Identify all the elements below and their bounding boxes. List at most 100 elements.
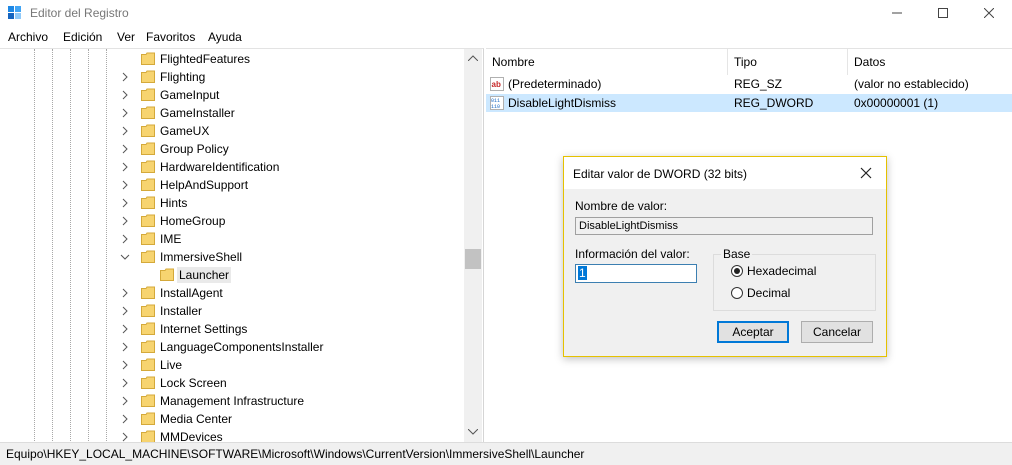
value-row[interactable]: 011 110 DisableLightDismiss REG_DWORD 0x…: [486, 94, 1012, 112]
chevron-right-icon[interactable]: [120, 233, 130, 245]
value-data: 0x00000001 (1): [854, 96, 939, 110]
tree-item[interactable]: Launcher: [0, 266, 464, 284]
tree-item[interactable]: HomeGroup: [0, 212, 464, 230]
chevron-right-icon[interactable]: [120, 161, 130, 173]
tree-item-label: Installer: [160, 304, 203, 318]
tree-item[interactable]: Hints: [0, 194, 464, 212]
dialog-title: Editar valor de DWORD (32 bits): [573, 167, 748, 181]
menu-ayuda[interactable]: Ayuda: [208, 30, 242, 44]
tree-item[interactable]: Media Center: [0, 410, 464, 428]
tree-item-label: Flighting: [160, 70, 206, 84]
close-window-button[interactable]: [966, 0, 1012, 26]
scroll-up-icon[interactable]: [468, 55, 478, 61]
minimize-button[interactable]: [874, 0, 920, 26]
chevron-right-icon[interactable]: [120, 359, 130, 371]
column-header-type[interactable]: Tipo: [728, 49, 848, 75]
tree-item[interactable]: IME: [0, 230, 464, 248]
chevron-right-icon[interactable]: [120, 215, 130, 227]
folder-icon: [141, 250, 155, 263]
tree-scrollbar[interactable]: [464, 49, 482, 443]
tree-item-label: HomeGroup: [160, 214, 226, 228]
accept-button[interactable]: Aceptar: [717, 321, 789, 343]
value-name-field: DisableLightDismiss: [575, 217, 873, 235]
minimize-icon: [892, 12, 902, 14]
folder-icon: [141, 394, 155, 407]
chevron-right-icon[interactable]: [120, 125, 130, 137]
value-data-input[interactable]: 1: [575, 264, 697, 283]
chevron-right-icon[interactable]: [120, 197, 130, 209]
chevron-right-icon[interactable]: [120, 305, 130, 317]
maximize-button[interactable]: [920, 0, 966, 26]
folder-icon: [141, 196, 155, 209]
chevron-right-icon[interactable]: [120, 413, 130, 425]
tree-item-label: InstallAgent: [160, 286, 223, 300]
svg-text:ab: ab: [492, 80, 501, 89]
tree-item[interactable]: Lock Screen: [0, 374, 464, 392]
column-header-data[interactable]: Datos: [848, 49, 1012, 75]
chevron-right-icon[interactable]: [120, 395, 130, 407]
chevron-right-icon[interactable]: [120, 71, 130, 83]
chevron-right-icon[interactable]: [120, 377, 130, 389]
base-group: [713, 254, 876, 311]
tree-item[interactable]: Management Infrastructure: [0, 392, 464, 410]
scroll-down-icon[interactable]: [468, 429, 478, 435]
tree-item[interactable]: Flighting: [0, 68, 464, 86]
chevron-right-icon[interactable]: [120, 89, 130, 101]
hexadecimal-label[interactable]: Hexadecimal: [747, 264, 816, 278]
folder-icon: [141, 322, 155, 335]
column-header-name[interactable]: Nombre: [486, 49, 728, 75]
tree-item-label: GameUX: [160, 124, 210, 138]
folder-icon: [141, 88, 155, 101]
tree-scroll-thumb[interactable]: [465, 249, 481, 269]
edit-dword-dialog: Editar valor de DWORD (32 bits) Nombre d…: [563, 156, 887, 357]
cancel-button[interactable]: Cancelar: [801, 321, 873, 343]
tree-item[interactable]: MMDevices: [0, 428, 464, 443]
folder-icon: [141, 106, 155, 119]
key-path: Equipo\HKEY_LOCAL_MACHINE\SOFTWARE\Micro…: [6, 447, 585, 461]
folder-icon: [141, 178, 155, 191]
menu-edicion[interactable]: Edición: [63, 30, 102, 44]
decimal-label[interactable]: Decimal: [747, 286, 790, 300]
chevron-right-icon[interactable]: [120, 179, 130, 191]
chevron-right-icon[interactable]: [120, 287, 130, 299]
tree-item-label: ImmersiveShell: [160, 250, 243, 264]
tree-item[interactable]: Installer: [0, 302, 464, 320]
close-icon: [984, 8, 994, 18]
key-tree[interactable]: FlightedFeatures Flighting GameInput GameIn…: [0, 48, 484, 443]
menu-ver[interactable]: Ver: [117, 30, 135, 44]
tree-item[interactable]: Live: [0, 356, 464, 374]
folder-icon: [141, 232, 155, 245]
tree-item[interactable]: Internet Settings: [0, 320, 464, 338]
tree-item-label: GameInstaller: [160, 106, 235, 120]
tree-item[interactable]: Group Policy: [0, 140, 464, 158]
tree-item[interactable]: GameUX: [0, 122, 464, 140]
value-row[interactable]: ab (Predeterminado) REG_SZ (valor no est…: [486, 75, 1012, 93]
menu-favoritos[interactable]: Favoritos: [146, 30, 195, 44]
tree-item-label: MMDevices: [160, 430, 223, 443]
tree-item[interactable]: HardwareIdentification: [0, 158, 464, 176]
tree-item[interactable]: GameInstaller: [0, 104, 464, 122]
hexadecimal-radio[interactable]: [731, 265, 743, 277]
tree-item[interactable]: FlightedFeatures: [0, 50, 464, 68]
chevron-down-icon[interactable]: [120, 251, 130, 263]
chevron-right-icon[interactable]: [120, 143, 130, 155]
chevron-right-icon[interactable]: [120, 323, 130, 335]
tree-item-label: Management Infrastructure: [160, 394, 305, 408]
tree-item[interactable]: HelpAndSupport: [0, 176, 464, 194]
base-label: Base: [721, 247, 753, 261]
menu-archivo[interactable]: Archivo: [8, 30, 48, 44]
tree-item[interactable]: GameInput: [0, 86, 464, 104]
close-icon[interactable]: [858, 165, 874, 181]
value-name: DisableLightDismiss: [508, 96, 617, 110]
chevron-right-icon[interactable]: [120, 107, 130, 119]
value-data: (valor no establecido): [854, 77, 969, 91]
status-bar: Equipo\HKEY_LOCAL_MACHINE\SOFTWARE\Micro…: [0, 442, 1012, 465]
decimal-radio[interactable]: [731, 287, 743, 299]
tree-item[interactable]: ImmersiveShell: [0, 248, 464, 266]
tree-item-label: IME: [160, 232, 182, 246]
folder-icon: [141, 286, 155, 299]
chevron-right-icon[interactable]: [120, 341, 130, 353]
folder-icon: [160, 268, 174, 281]
tree-item[interactable]: InstallAgent: [0, 284, 464, 302]
tree-item[interactable]: LanguageComponentsInstaller: [0, 338, 464, 356]
